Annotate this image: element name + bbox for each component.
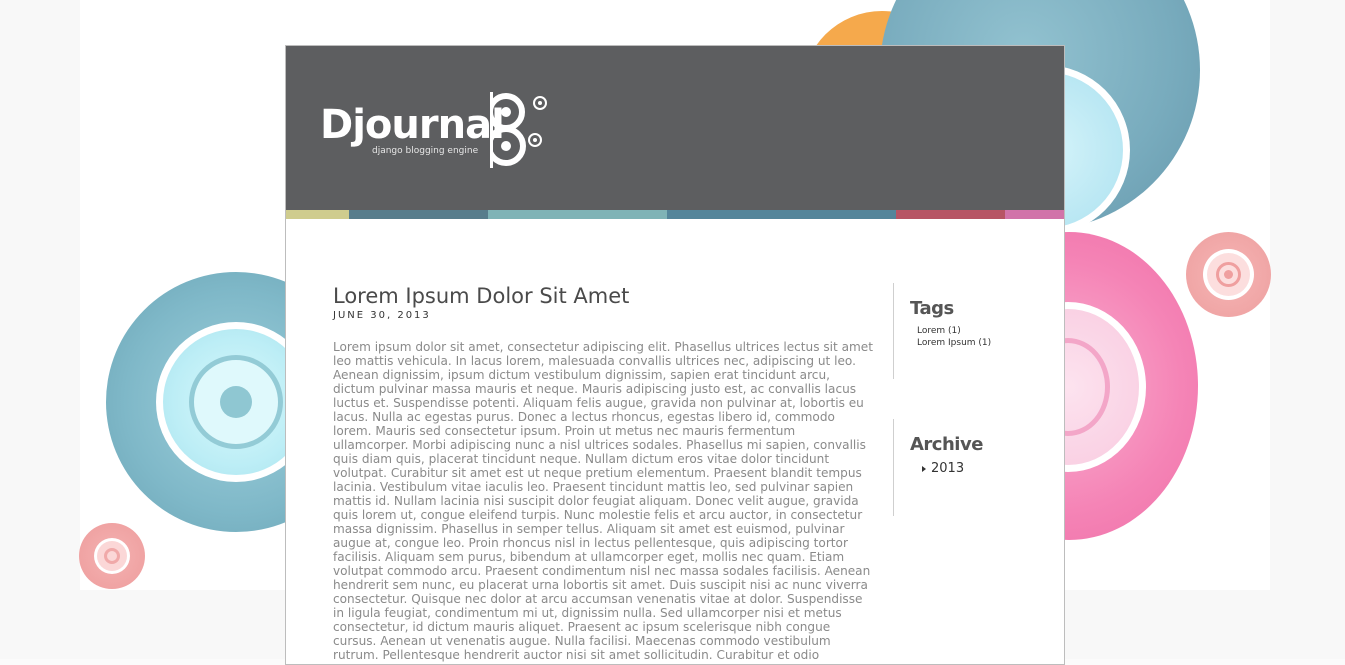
archive-title: Archive: [910, 434, 983, 455]
post-article: Lorem Ipsum Dolor Sit Amet JUNE 30, 2013…: [333, 282, 873, 662]
salmon-disc-decoration: [1186, 232, 1271, 317]
strip-segment: [286, 210, 349, 219]
strip-segment: [667, 210, 896, 219]
tag-link[interactable]: Lorem Ipsum (1): [917, 337, 991, 349]
caret-right-icon: [922, 465, 926, 472]
logo-text: Djournal: [320, 102, 505, 148]
archive-item[interactable]: 2013: [922, 461, 983, 476]
strip-segment: [896, 210, 1005, 219]
tags-widget: Tags Lorem (1) Lorem Ipsum (1): [910, 298, 991, 349]
blog-card: Djournal django blogging engine Lorem Ip…: [285, 45, 1065, 665]
post-date: JUNE 30, 2013: [333, 310, 431, 321]
sidebar-divider: [893, 419, 894, 516]
tags-title: Tags: [910, 298, 954, 319]
logo-tagline: django blogging engine: [372, 146, 479, 156]
color-strip: [286, 210, 1064, 219]
post-title[interactable]: Lorem Ipsum Dolor Sit Amet: [333, 282, 873, 310]
site-header: Djournal django blogging engine: [286, 46, 1064, 210]
archive-year: 2013: [931, 461, 965, 476]
small-pink-disc-decoration: [79, 523, 145, 589]
tag-link[interactable]: Lorem (1): [917, 325, 991, 337]
tag-list: Lorem (1) Lorem Ipsum (1): [917, 325, 991, 349]
strip-segment: [349, 210, 488, 219]
archive-widget: Archive 2013: [910, 434, 983, 476]
archive-list: 2013: [922, 461, 983, 476]
strip-segment: [1005, 210, 1064, 219]
sidebar-divider: [893, 283, 894, 379]
site-logo[interactable]: Djournal django blogging engine: [320, 90, 560, 170]
vinyl-logo-icon: [490, 92, 547, 168]
post-body: Lorem ipsum dolor sit amet, consectetur …: [333, 340, 873, 662]
strip-segment: [488, 210, 667, 219]
